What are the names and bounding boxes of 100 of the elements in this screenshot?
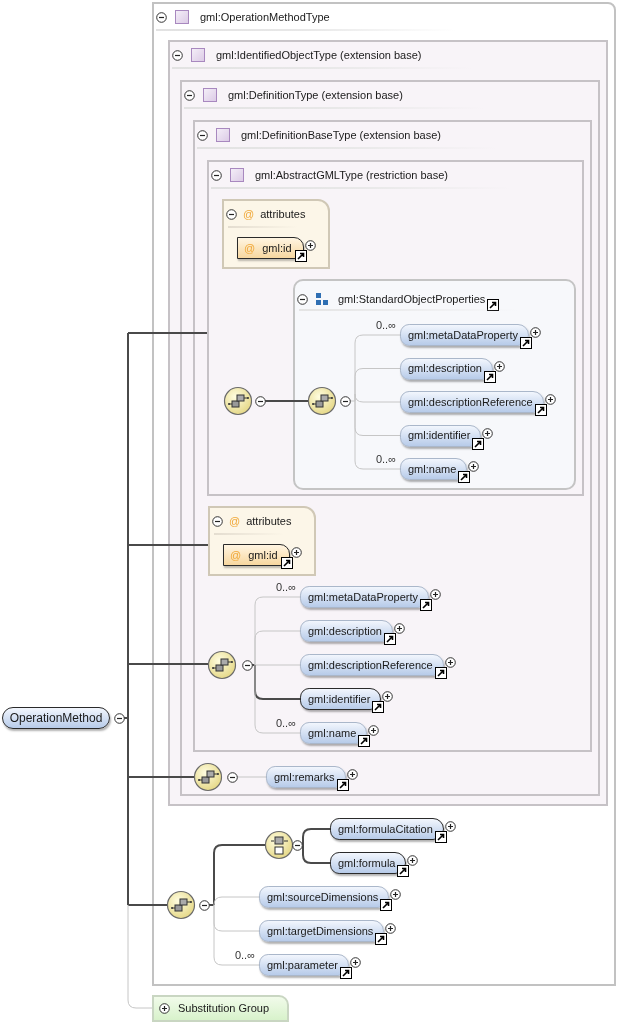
type-title: gml:DefinitionBaseType (extension base)	[241, 128, 441, 143]
substitution-group-node[interactable]: Substitution Group	[152, 995, 289, 1022]
collapse-icon[interactable]	[226, 208, 237, 220]
link-arrow-icon[interactable]	[487, 299, 500, 311]
element-node[interactable]: gml:metaDataProperty	[400, 324, 530, 346]
collapse-icon[interactable]	[255, 396, 266, 407]
collapse-icon[interactable]	[242, 660, 253, 671]
occurrence-label: 0..∞	[374, 453, 396, 465]
element-node[interactable]: gml:remarks	[266, 766, 346, 788]
link-arrow-icon[interactable]	[397, 865, 410, 877]
element-node[interactable]: gml:descriptionReference	[300, 654, 444, 676]
expand-icon[interactable]	[530, 327, 542, 338]
connector-line	[302, 828, 331, 846]
collapse-icon[interactable]	[199, 900, 210, 911]
collapse-icon[interactable]	[340, 396, 351, 407]
collapse-icon[interactable]	[172, 49, 183, 61]
attribute-marker: @	[244, 240, 256, 256]
link-arrow-icon[interactable]	[339, 967, 352, 979]
expand-icon[interactable]	[368, 725, 380, 736]
element-node[interactable]: gml:formulaCitation	[330, 818, 444, 840]
choice-icon	[264, 830, 295, 861]
element-node[interactable]: gml:description	[300, 620, 393, 642]
link-arrow-icon[interactable]	[420, 599, 433, 611]
link-arrow-icon[interactable]	[380, 899, 393, 911]
attribute-node[interactable]: @ gml:id	[223, 544, 290, 566]
attribute-marker: @	[230, 547, 242, 563]
link-arrow-icon[interactable]	[358, 735, 371, 747]
expand-icon[interactable]	[304, 240, 316, 251]
root-element-node[interactable]: OperationMethod	[2, 707, 110, 729]
expand-icon[interactable]	[394, 623, 405, 634]
expand-icon[interactable]	[407, 855, 419, 866]
link-arrow-icon[interactable]	[434, 667, 447, 679]
link-arrow-icon[interactable]	[458, 471, 471, 483]
element-node[interactable]: gml:parameter	[259, 954, 349, 976]
expand-icon[interactable]	[444, 657, 456, 668]
element-node[interactable]: gml:targetDimensions	[259, 920, 385, 942]
group-icon	[316, 293, 328, 305]
sequence-icon	[193, 762, 224, 793]
sequence-icon	[166, 890, 197, 921]
type-icon	[216, 128, 230, 143]
occurrence-label: 0..∞	[374, 319, 396, 331]
link-arrow-icon[interactable]	[280, 557, 293, 569]
element-node[interactable]: gml:descriptionReference	[400, 391, 544, 413]
type-icon	[203, 88, 217, 103]
expand-icon[interactable]	[444, 821, 456, 832]
expand-icon[interactable]	[430, 589, 442, 600]
expand-icon[interactable]	[159, 1003, 170, 1014]
link-arrow-icon[interactable]	[372, 701, 385, 713]
collapse-icon[interactable]	[197, 129, 208, 141]
expand-icon[interactable]	[382, 691, 394, 702]
expand-icon[interactable]	[482, 427, 494, 439]
attribute-marker: @	[229, 514, 241, 529]
occurrence-label: 0..∞	[274, 581, 296, 593]
link-arrow-icon[interactable]	[294, 250, 307, 262]
attribute-node[interactable]: @ gml:id	[237, 237, 304, 259]
link-arrow-icon[interactable]	[534, 404, 547, 416]
expand-icon[interactable]	[390, 889, 402, 900]
link-arrow-icon[interactable]	[384, 633, 396, 645]
collapse-icon[interactable]	[184, 89, 195, 101]
link-arrow-icon[interactable]	[336, 779, 349, 791]
expand-icon[interactable]	[468, 461, 480, 472]
sequence-icon	[223, 386, 254, 417]
link-arrow-icon[interactable]	[520, 337, 533, 349]
attribute-name: gml:id	[262, 240, 292, 256]
collapse-icon[interactable]	[211, 169, 222, 181]
expand-icon[interactable]	[346, 769, 358, 780]
collapse-icon[interactable]	[297, 293, 308, 305]
sequence-icon	[307, 386, 338, 417]
attributes-title: attributes	[246, 514, 292, 529]
link-arrow-icon[interactable]	[472, 437, 485, 450]
collapse-icon[interactable]	[156, 11, 167, 23]
expand-icon[interactable]	[544, 394, 556, 405]
element-node[interactable]: gml:metaDataProperty	[300, 586, 430, 608]
collapse-icon[interactable]	[212, 515, 223, 527]
expand-icon[interactable]	[494, 360, 505, 372]
occurrence-label: 0..∞	[274, 717, 296, 729]
sequence-icon	[207, 650, 238, 681]
element-node[interactable]: gml:name	[400, 458, 468, 480]
type-title: gml:OperationMethodType	[200, 10, 330, 25]
element-node[interactable]: gml:sourceDimensions	[259, 886, 390, 908]
link-arrow-icon[interactable]	[434, 831, 447, 843]
type-title: gml:IdentifiedObjectType (extension base)	[216, 48, 422, 63]
expand-icon[interactable]	[290, 547, 302, 558]
type-icon	[230, 168, 244, 183]
collapse-icon[interactable]	[227, 772, 238, 783]
collapse-icon[interactable]	[114, 713, 125, 724]
connector-line	[302, 844, 331, 864]
link-arrow-icon[interactable]	[375, 933, 388, 945]
type-icon	[175, 10, 189, 25]
element-node[interactable]: gml:identifier	[300, 688, 382, 710]
type-title: gml:AbstractGMLType (restriction base)	[255, 168, 448, 183]
connector-line	[264, 400, 309, 402]
collapse-icon[interactable]	[292, 840, 303, 851]
element-node[interactable]: gml:formula	[330, 852, 407, 874]
link-arrow-icon[interactable]	[484, 370, 496, 383]
expand-icon[interactable]	[349, 957, 361, 968]
expand-icon[interactable]	[385, 923, 397, 934]
element-node[interactable]: gml:name	[300, 722, 368, 744]
type-icon	[191, 48, 205, 63]
attributes-title: attributes	[260, 207, 306, 222]
